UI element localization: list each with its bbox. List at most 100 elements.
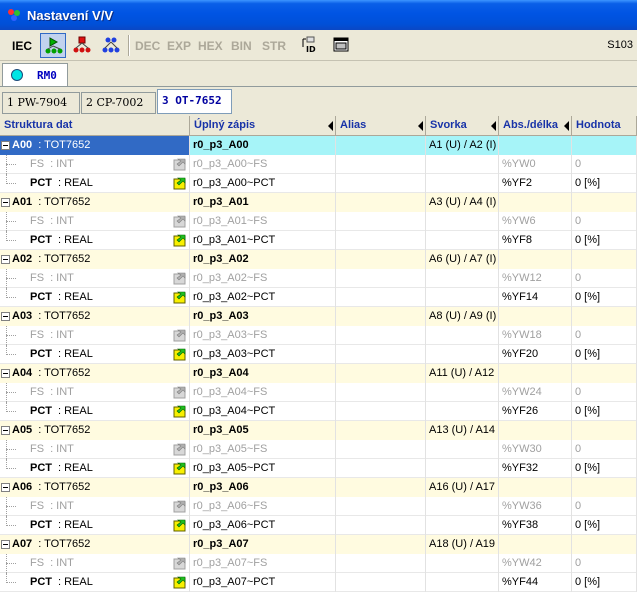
table-row[interactable]: A05: TOT7652 r0_p3_A05 A13 (U) / A14 xyxy=(0,421,637,440)
green-tree-button[interactable] xyxy=(40,33,66,58)
struct-cell[interactable]: PCT: REAL xyxy=(0,345,190,364)
col-svorka[interactable]: Svorka xyxy=(426,116,499,136)
value-cell[interactable]: 0 xyxy=(572,155,637,174)
collapse-left-icon[interactable] xyxy=(564,121,569,131)
struct-cell[interactable]: PCT: REAL xyxy=(0,459,190,478)
struct-cell[interactable]: A05: TOT7652 xyxy=(0,421,190,440)
collapse-toggle-icon[interactable] xyxy=(1,312,10,321)
struct-cell[interactable]: PCT: REAL xyxy=(0,231,190,250)
col-alias[interactable]: Alias xyxy=(336,116,426,136)
alias-cell[interactable] xyxy=(336,193,426,212)
collapse-toggle-icon[interactable] xyxy=(1,141,10,150)
struct-cell[interactable]: FS: INT xyxy=(0,554,190,573)
alias-cell[interactable] xyxy=(336,402,426,421)
table-row[interactable]: A06: TOT7652 r0_p3_A06 A16 (U) / A17 xyxy=(0,478,637,497)
alias-cell[interactable] xyxy=(336,421,426,440)
bin-button[interactable]: BIN xyxy=(231,39,252,53)
alias-cell[interactable] xyxy=(336,231,426,250)
tab-pw-7904[interactable]: 1 PW-7904 xyxy=(2,92,80,114)
alias-cell[interactable] xyxy=(336,440,426,459)
table-row[interactable]: A04: TOT7652 r0_p3_A04 A11 (U) / A12 xyxy=(0,364,637,383)
value-cell[interactable]: 0 xyxy=(572,326,637,345)
table-row[interactable]: PCT: REAL r0_p3_A04~PCT %YF26 0 [%] xyxy=(0,402,637,421)
table-row[interactable]: PCT: REAL r0_p3_A06~PCT %YF38 0 [%] xyxy=(0,516,637,535)
struct-cell[interactable]: FS: INT xyxy=(0,383,190,402)
struct-cell[interactable]: PCT: REAL xyxy=(0,516,190,535)
struct-cell[interactable]: PCT: REAL xyxy=(0,402,190,421)
tab-cp-7002[interactable]: 2 CP-7002 xyxy=(81,92,156,114)
alias-cell[interactable] xyxy=(336,136,426,155)
tab-ot-7652[interactable]: 3 OT-7652 xyxy=(157,89,232,114)
table-row[interactable]: FS: INT r0_p3_A01~FS %YW6 0 xyxy=(0,212,637,231)
table-row[interactable]: PCT: REAL r0_p3_A07~PCT %YF44 0 [%] xyxy=(0,573,637,592)
collapse-toggle-icon[interactable] xyxy=(1,483,10,492)
value-cell[interactable]: 0 [%] xyxy=(572,288,637,307)
alias-cell[interactable] xyxy=(336,554,426,573)
alias-cell[interactable] xyxy=(336,516,426,535)
collapse-toggle-icon[interactable] xyxy=(1,198,10,207)
table-row[interactable]: FS: INT r0_p3_A02~FS %YW12 0 xyxy=(0,269,637,288)
hex-button[interactable]: HEX xyxy=(198,39,223,53)
collapse-left-icon[interactable] xyxy=(328,121,333,131)
collapse-toggle-icon[interactable] xyxy=(1,426,10,435)
struct-cell[interactable]: A06: TOT7652 xyxy=(0,478,190,497)
rm-tab[interactable]: RM0 xyxy=(2,63,68,86)
table-row[interactable]: A03: TOT7652 r0_p3_A03 A8 (U) / A9 (I) xyxy=(0,307,637,326)
struct-cell[interactable]: A03: TOT7652 xyxy=(0,307,190,326)
value-cell[interactable]: 0 [%] xyxy=(572,459,637,478)
struct-cell[interactable]: PCT: REAL xyxy=(0,288,190,307)
struct-cell[interactable]: FS: INT xyxy=(0,155,190,174)
table-row[interactable]: PCT: REAL r0_p3_A02~PCT %YF14 0 [%] xyxy=(0,288,637,307)
value-cell[interactable]: 0 [%] xyxy=(572,345,637,364)
table-row[interactable]: FS: INT r0_p3_A05~FS %YW30 0 xyxy=(0,440,637,459)
alias-cell[interactable] xyxy=(336,307,426,326)
struct-cell[interactable]: PCT: REAL xyxy=(0,573,190,592)
alias-cell[interactable] xyxy=(336,573,426,592)
table-row[interactable]: A01: TOT7652 r0_p3_A01 A3 (U) / A4 (I) xyxy=(0,193,637,212)
value-cell[interactable]: 0 xyxy=(572,554,637,573)
table-row[interactable]: A07: TOT7652 r0_p3_A07 A18 (U) / A19 xyxy=(0,535,637,554)
exp-button[interactable]: EXP xyxy=(167,39,191,53)
struct-cell[interactable]: PCT: REAL xyxy=(0,174,190,193)
blue-tree-button[interactable] xyxy=(98,33,124,58)
struct-cell[interactable]: A02: TOT7652 xyxy=(0,250,190,269)
table-row[interactable]: FS: INT r0_p3_A03~FS %YW18 0 xyxy=(0,326,637,345)
alias-cell[interactable] xyxy=(336,155,426,174)
struct-cell[interactable]: FS: INT xyxy=(0,497,190,516)
col-hodnota[interactable]: Hodnota xyxy=(572,116,637,136)
struct-cell[interactable]: FS: INT xyxy=(0,440,190,459)
value-cell[interactable]: 0 [%] xyxy=(572,174,637,193)
alias-cell[interactable] xyxy=(336,364,426,383)
str-button[interactable]: STR xyxy=(262,39,286,53)
alias-cell[interactable] xyxy=(336,288,426,307)
alias-cell[interactable] xyxy=(336,212,426,231)
alias-cell[interactable] xyxy=(336,478,426,497)
iec-button[interactable]: IEC xyxy=(12,39,32,53)
alias-cell[interactable] xyxy=(336,250,426,269)
struct-cell[interactable]: A04: TOT7652 xyxy=(0,364,190,383)
alias-cell[interactable] xyxy=(336,326,426,345)
value-cell[interactable]: 0 xyxy=(572,383,637,402)
struct-cell[interactable]: A00: TOT7652 xyxy=(0,136,190,155)
collapse-toggle-icon[interactable] xyxy=(1,255,10,264)
alias-cell[interactable] xyxy=(336,269,426,288)
table-row[interactable]: PCT: REAL r0_p3_A05~PCT %YF32 0 [%] xyxy=(0,459,637,478)
alias-cell[interactable] xyxy=(336,459,426,478)
collapse-left-icon[interactable] xyxy=(418,121,423,131)
collapse-toggle-icon[interactable] xyxy=(1,540,10,549)
dec-button[interactable]: DEC xyxy=(135,39,160,53)
col-uplny-zapis[interactable]: Úplný zápis xyxy=(190,116,336,136)
collapse-toggle-icon[interactable] xyxy=(1,369,10,378)
table-row[interactable]: FS: INT r0_p3_A00~FS %YW0 0 xyxy=(0,155,637,174)
red-tree-button[interactable] xyxy=(69,33,95,58)
value-cell[interactable]: 0 xyxy=(572,269,637,288)
value-cell[interactable]: 0 [%] xyxy=(572,231,637,250)
value-cell[interactable]: 0 [%] xyxy=(572,573,637,592)
id-button[interactable]: ID xyxy=(296,33,322,58)
value-cell[interactable]: 0 [%] xyxy=(572,516,637,535)
value-cell[interactable]: 0 [%] xyxy=(572,402,637,421)
alias-cell[interactable] xyxy=(336,345,426,364)
window-button[interactable] xyxy=(328,33,354,58)
struct-cell[interactable]: A01: TOT7652 xyxy=(0,193,190,212)
table-row[interactable]: PCT: REAL r0_p3_A00~PCT %YF2 0 [%] xyxy=(0,174,637,193)
